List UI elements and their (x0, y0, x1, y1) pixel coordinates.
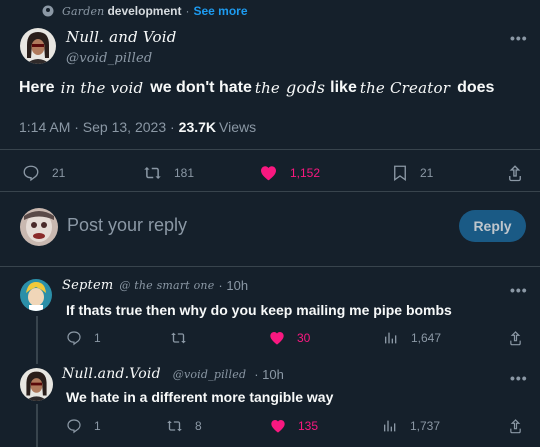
reply-icon (67, 331, 81, 346)
reply-button[interactable]: 1 (66, 330, 101, 346)
share-button[interactable] (508, 418, 535, 434)
reply-count: 1 (94, 419, 101, 433)
reply-button[interactable]: 21 (22, 164, 65, 182)
avatar (20, 208, 58, 246)
views-label: Views (219, 119, 257, 135)
avatar[interactable] (20, 28, 56, 64)
post-text-part: the (254, 78, 281, 97)
post-text-part: we don't hate (150, 78, 252, 96)
avatar-image (20, 279, 52, 311)
like-button[interactable]: 135 (270, 418, 318, 434)
community-pin-icon (42, 5, 54, 17)
post-text: Here in the void we don't hate the gods … (19, 78, 494, 97)
repost-icon (171, 332, 186, 344)
heart-icon (271, 420, 285, 433)
avatar[interactable] (20, 368, 53, 401)
reply-header: Septem @ the smart one · 10h (62, 278, 248, 293)
repost-button[interactable]: 8 (166, 418, 202, 434)
views-count: 1,737 (410, 419, 441, 433)
like-count: 135 (298, 419, 319, 433)
reply-icon (67, 419, 81, 434)
avatar-image (20, 368, 53, 401)
share-button[interactable] (508, 330, 535, 346)
see-more-link[interactable]: See more (193, 4, 247, 18)
avatar-image (20, 28, 56, 64)
display-name[interactable]: Null.and.Void (62, 366, 161, 382)
repost-button[interactable]: 181 (143, 164, 194, 182)
views-icon (384, 420, 396, 432)
reply-count: 1 (94, 331, 101, 345)
thread-line (36, 404, 38, 447)
bookmark-count: 21 (420, 166, 434, 180)
share-icon (509, 165, 521, 182)
views-button[interactable]: 1,647 (383, 330, 441, 346)
share-icon (510, 331, 521, 346)
repost-icon (167, 420, 182, 432)
reply-button[interactable]: 1 (66, 418, 101, 434)
community-name-prefix[interactable]: Garden (62, 5, 104, 18)
post-meta: 1:14 AM · Sep 13, 2023 · 23.7K Views (19, 119, 256, 135)
bookmark-icon (394, 165, 406, 182)
display-name[interactable]: Septem (62, 278, 113, 293)
like-count: 1,152 (290, 166, 321, 180)
reply-time[interactable]: · 10h (218, 278, 248, 293)
views-count: 1,647 (411, 331, 442, 345)
reply-input[interactable]: Post your reply (67, 215, 187, 236)
more-icon[interactable]: ••• (510, 30, 528, 46)
thread-line (36, 316, 38, 364)
reply-submit-button[interactable]: Reply (459, 210, 526, 242)
views-icon (385, 332, 397, 344)
repost-icon (144, 167, 161, 179)
heart-icon (270, 332, 284, 345)
post-text-part: in the void (60, 78, 144, 97)
views-count: 23.7K (178, 119, 217, 135)
post-text-part: Here (19, 78, 55, 96)
heart-icon (261, 166, 276, 181)
more-icon[interactable]: ••• (510, 370, 528, 386)
repost-count: 181 (174, 166, 195, 180)
bookmark-button[interactable]: 21 (392, 164, 433, 182)
community-bar[interactable]: Garden development · See more (42, 4, 248, 18)
reply-icon (23, 165, 39, 182)
community-name[interactable]: development (107, 4, 181, 18)
post-timestamp[interactable]: 1:14 AM · Sep 13, 2023 · (19, 119, 175, 135)
more-icon[interactable]: ••• (510, 282, 528, 298)
handle[interactable]: @ the smart one (119, 279, 214, 292)
handle[interactable]: @void_pilled (66, 51, 152, 66)
repost-button[interactable] (170, 330, 199, 346)
repost-count: 8 (195, 419, 202, 433)
post-text-part: like (330, 78, 357, 96)
like-button[interactable]: 30 (269, 330, 310, 346)
post-text-part: gods (286, 78, 326, 97)
avatar-image (20, 208, 58, 246)
post-text-part: does (457, 78, 495, 96)
reply-text: We hate in a different more tangible way (66, 389, 334, 405)
views-button[interactable]: 1,737 (382, 418, 440, 434)
handle[interactable]: @void_pilled (173, 368, 246, 381)
share-icon (510, 419, 521, 434)
divider (0, 266, 540, 267)
share-button[interactable] (507, 164, 535, 182)
divider (0, 149, 540, 150)
avatar[interactable] (20, 279, 52, 311)
reply-text: If thats true then why do you keep maili… (66, 302, 452, 318)
like-count: 30 (297, 331, 311, 345)
display-name[interactable]: Null. and Void (66, 28, 177, 46)
reply-time[interactable]: · 10h (254, 367, 284, 382)
divider (0, 191, 540, 192)
post-text-part: the Creator (359, 78, 451, 97)
reply-count: 21 (52, 166, 66, 180)
like-button[interactable]: 1,152 (259, 164, 320, 182)
reply-header: Null.and.Void @void_pilled · 10h (62, 366, 284, 382)
separator: · (185, 4, 190, 18)
